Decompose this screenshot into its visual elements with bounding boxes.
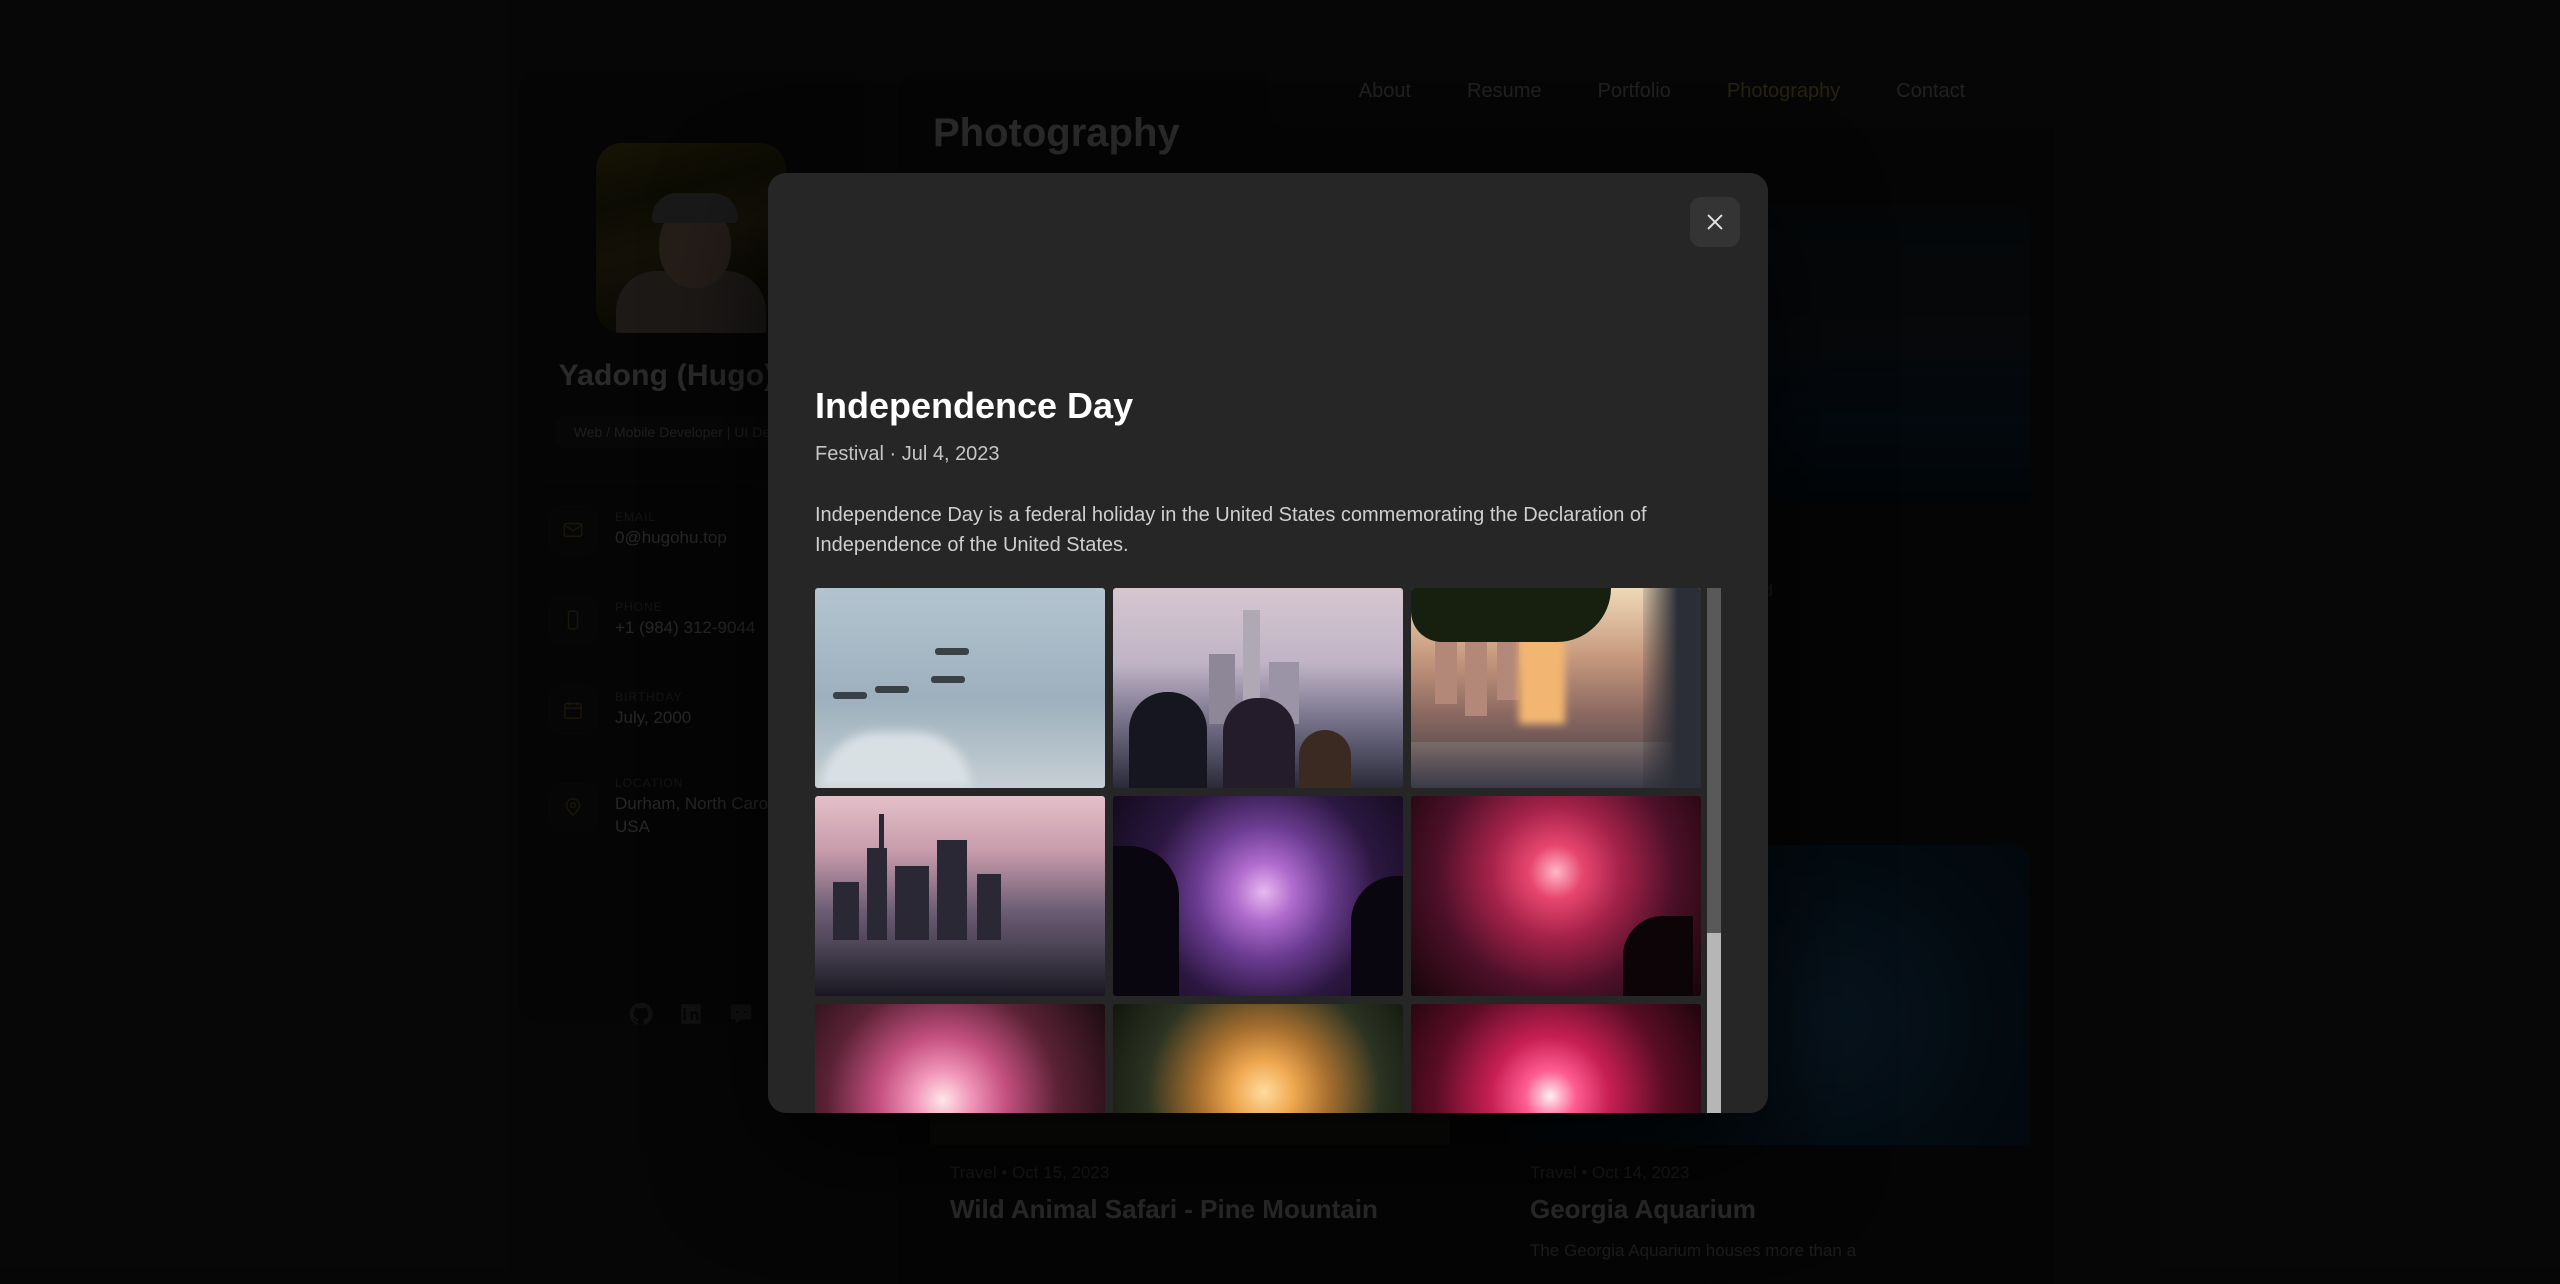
- gallery-item[interactable]: [1113, 588, 1403, 788]
- modal-description: Independence Day is a federal holiday in…: [815, 500, 1705, 560]
- gallery-item[interactable]: [815, 796, 1105, 996]
- app-root: Yadong (Hugo) Hu Web / Mobile Developer …: [0, 0, 2560, 1284]
- modal-gallery-scroll[interactable]: [815, 588, 1721, 1113]
- gallery-item[interactable]: [1411, 796, 1701, 996]
- modal-meta: Festival · Jul 4, 2023: [815, 443, 1000, 466]
- gallery-item[interactable]: [1113, 796, 1403, 996]
- gallery-item[interactable]: [1411, 1004, 1701, 1113]
- modal-title: Independence Day: [815, 385, 1133, 427]
- gallery-item[interactable]: [815, 588, 1105, 788]
- photo-detail-modal: Independence Day Festival · Jul 4, 2023 …: [768, 173, 1768, 1113]
- modal-date: Jul 4, 2023: [902, 443, 1000, 465]
- gallery-scrollbar[interactable]: [1707, 588, 1721, 1113]
- modal-gallery-wrapper: [815, 588, 1721, 1113]
- gallery-grid: [815, 588, 1721, 1113]
- scrollbar-thumb[interactable]: [1707, 933, 1721, 1113]
- modal-meta-separator: ·: [889, 443, 896, 465]
- gallery-item[interactable]: [1411, 588, 1701, 788]
- gallery-item[interactable]: [1113, 1004, 1403, 1113]
- gallery-item[interactable]: [815, 1004, 1105, 1113]
- modal-category: Festival: [815, 443, 884, 465]
- close-icon[interactable]: [1690, 197, 1740, 247]
- scrollbar-track[interactable]: [1707, 588, 1721, 933]
